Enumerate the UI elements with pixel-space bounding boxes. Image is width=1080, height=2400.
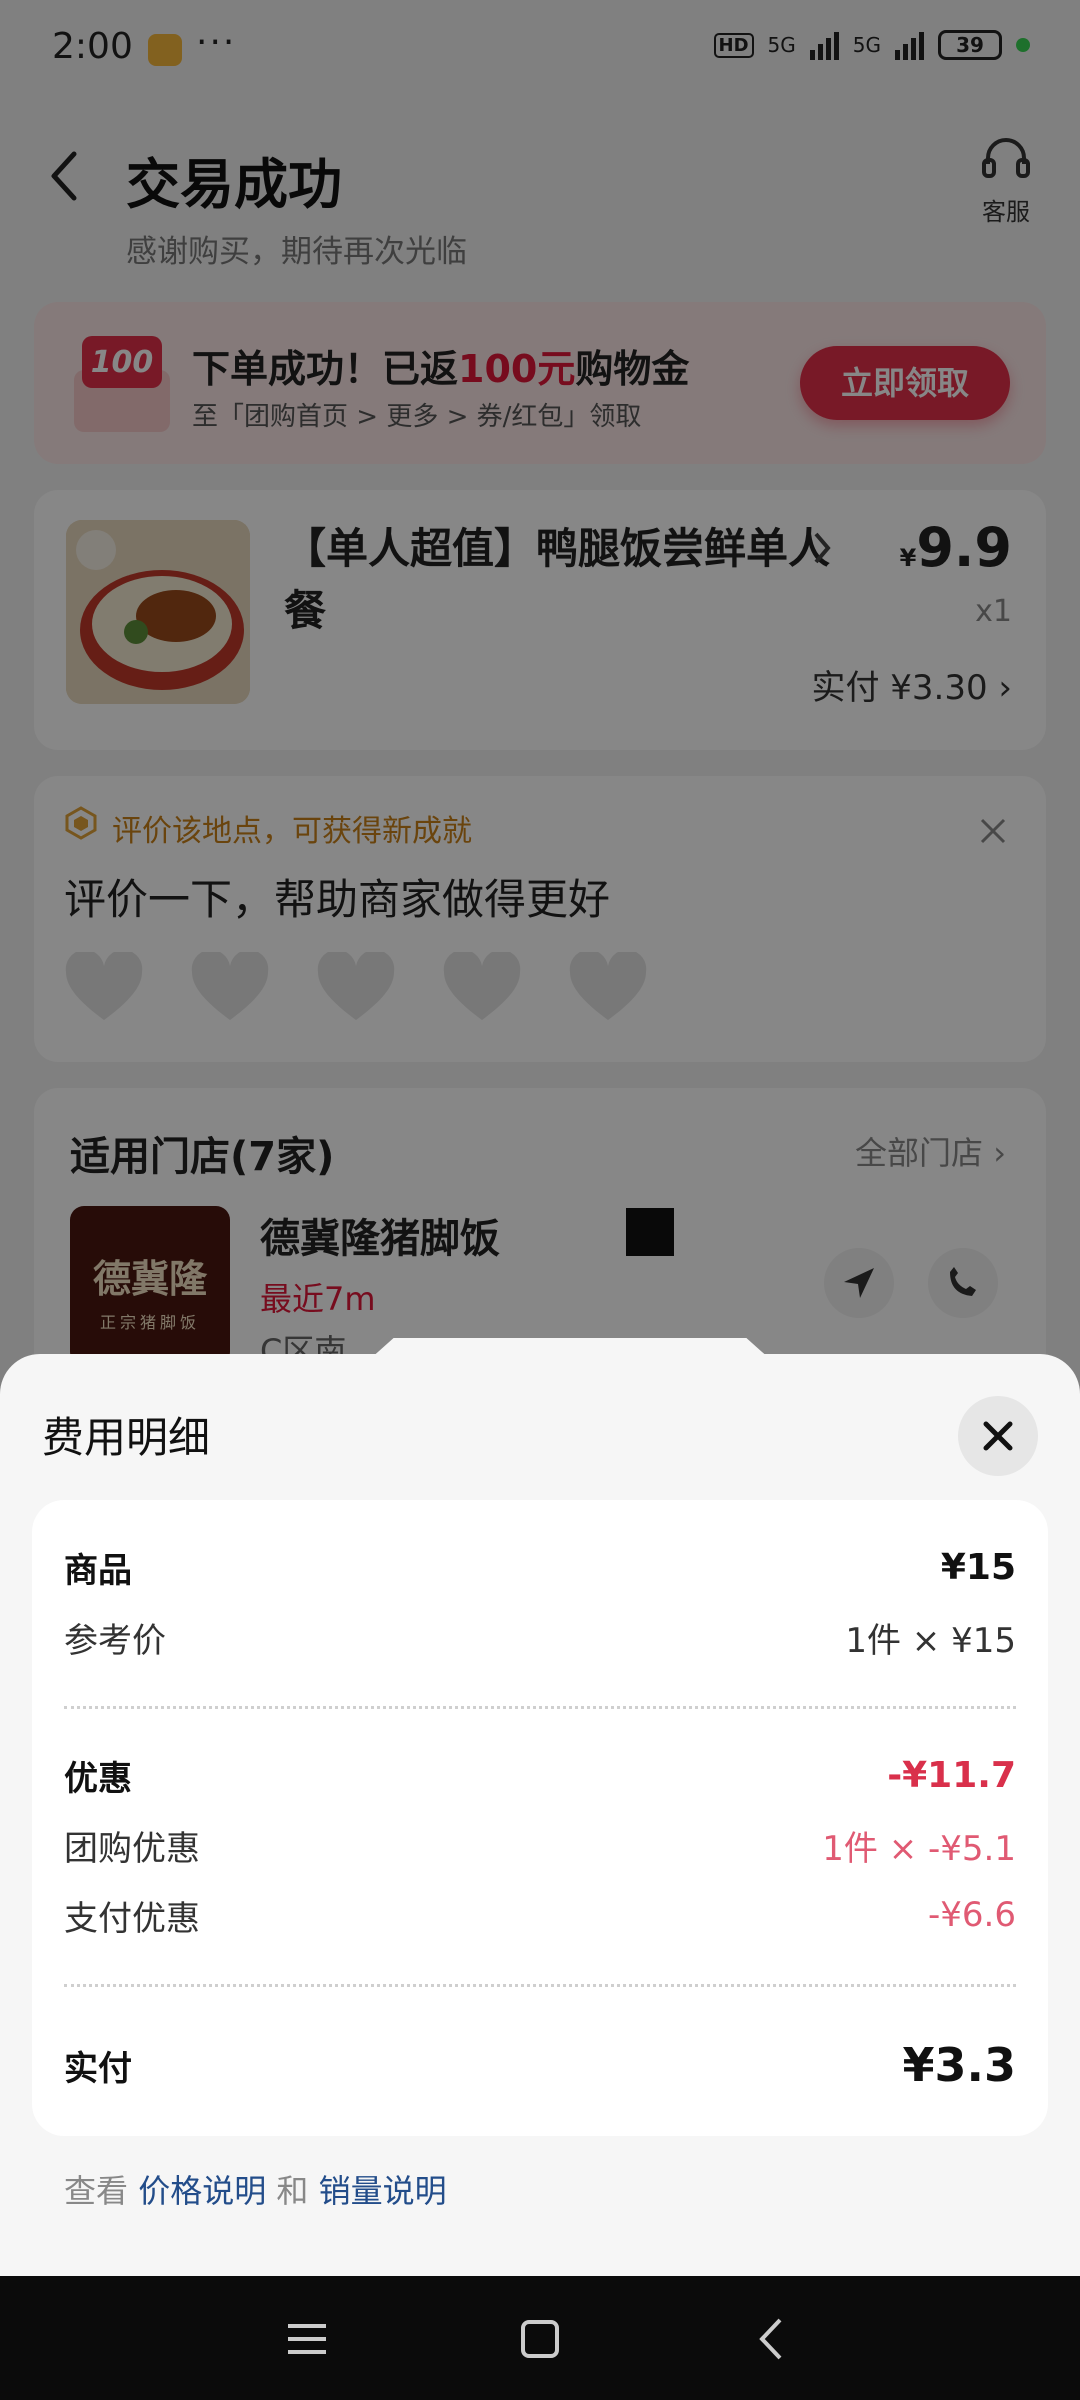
reference-price-label: 参考价: [64, 1620, 166, 1661]
fee-detail-sheet: 费用明细 商品 ¥15 参考价 1件 × ¥15 优惠 -¥11.7 团购优惠 …: [0, 1354, 1080, 2276]
reference-price-value: 1件 × ¥15: [845, 1620, 1016, 1661]
group-discount-value: 1件 × -¥5.1: [822, 1828, 1016, 1869]
sheet-title: 费用明细: [42, 1413, 211, 1462]
discount-value: -¥11.7: [887, 1754, 1016, 1796]
goods-label: 商品: [64, 1550, 132, 1591]
fee-card: 商品 ¥15 参考价 1件 × ¥15 优惠 -¥11.7 团购优惠 1件 × …: [32, 1500, 1048, 2136]
payment-discount-row: 支付优惠 -¥6.6: [64, 1890, 1016, 1940]
system-nav-bar: [0, 2276, 1080, 2400]
close-icon: [983, 1421, 1013, 1451]
reference-price-row: 参考价 1件 × ¥15: [64, 1612, 1016, 1662]
payment-discount-label: 支付优惠: [64, 1898, 200, 1939]
group-discount-row: 团购优惠 1件 × -¥5.1: [64, 1820, 1016, 1870]
back-nav-icon[interactable]: [746, 2312, 800, 2366]
divider: [64, 1984, 1016, 1987]
sheet-footer: 查看 价格说明 和 销量说明: [64, 2166, 447, 2212]
home-icon[interactable]: [513, 2312, 567, 2366]
total-label: 实付: [64, 2048, 132, 2089]
sales-explanation-link[interactable]: 销量说明: [319, 2172, 447, 2210]
footer-mid: 和: [266, 2172, 319, 2210]
goods-row: 商品 ¥15: [64, 1542, 1016, 1592]
sheet-close-button[interactable]: [958, 1396, 1038, 1476]
menu-icon[interactable]: [280, 2312, 334, 2366]
total-value: ¥3.3: [902, 2038, 1017, 2092]
discount-row: 优惠 -¥11.7: [64, 1750, 1016, 1800]
goods-value: ¥15: [940, 1546, 1016, 1588]
divider: [64, 1706, 1016, 1709]
total-row: 实付 ¥3.3: [64, 2038, 1017, 2092]
footer-prefix: 查看: [64, 2172, 139, 2210]
group-discount-label: 团购优惠: [64, 1828, 200, 1869]
payment-discount-value: -¥6.6: [928, 1895, 1016, 1935]
discount-label: 优惠: [64, 1758, 132, 1799]
price-explanation-link[interactable]: 价格说明: [138, 2172, 266, 2210]
